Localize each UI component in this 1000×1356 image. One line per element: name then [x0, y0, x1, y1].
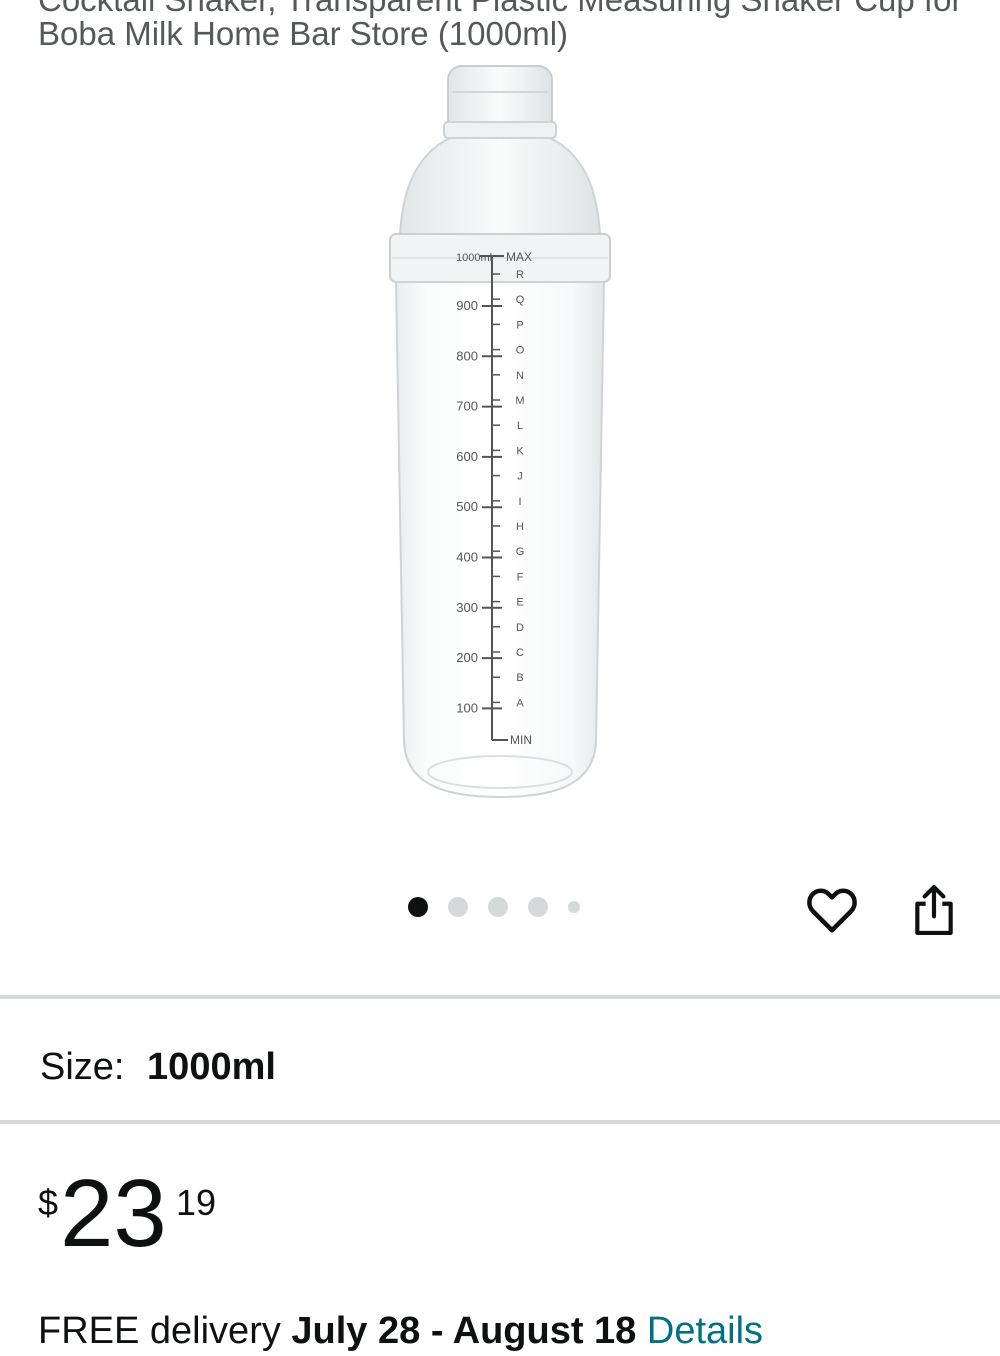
scale-ml-label: 300 — [456, 600, 478, 615]
scale-ml-label: 200 — [456, 650, 478, 665]
price-whole: 23 — [60, 1160, 167, 1267]
scale-max-label: MAX — [506, 250, 532, 264]
scale-letter-label: P — [516, 319, 523, 331]
scale-ml-label: 700 — [456, 399, 478, 414]
scale-letter-label: A — [516, 697, 524, 709]
scale-letter-label: Q — [516, 294, 525, 306]
scale-ml-label: 800 — [456, 348, 478, 363]
scale-letter-label: F — [517, 571, 524, 583]
scale-letter-label: O — [516, 345, 525, 357]
carousel-dot-4[interactable] — [528, 897, 548, 917]
carousel-dot-1[interactable] — [408, 897, 428, 917]
scale-letter-label: G — [516, 546, 525, 558]
scale-top-label: 1000ml — [456, 252, 492, 264]
delivery-details-link[interactable]: Details — [647, 1310, 763, 1352]
section-divider — [0, 1120, 1000, 1124]
scale-ml-label: 400 — [456, 550, 478, 565]
scale-ml-label: 900 — [456, 298, 478, 313]
carousel-dot-3[interactable] — [488, 897, 508, 917]
size-selector[interactable]: Size: 1000ml — [40, 1040, 276, 1094]
size-label: Size: — [40, 1046, 125, 1088]
scale-letter-label: B — [516, 672, 523, 684]
scale-letter-label: I — [518, 496, 521, 508]
share-icon — [915, 884, 953, 935]
scale-letter-label: E — [516, 597, 523, 609]
favorite-button[interactable] — [802, 880, 862, 940]
carousel-dot-2[interactable] — [448, 897, 468, 917]
delivery-dates: July 28 - August 18 — [291, 1310, 637, 1352]
section-divider — [0, 995, 1000, 999]
scale-letter-label: H — [516, 521, 524, 533]
product-title-line-2: Boba Milk Home Bar Store (1000ml) — [38, 15, 569, 52]
share-button[interactable] — [904, 880, 964, 940]
scale-ml-label: 600 — [456, 449, 478, 464]
scale-letter-label: M — [515, 395, 524, 407]
delivery-info: FREE delivery July 28 - August 18 Detail… — [38, 1306, 763, 1356]
scale-ml-label: 500 — [456, 499, 478, 514]
scale-letter-label: J — [517, 471, 523, 483]
delivery-prefix: FREE delivery — [38, 1310, 281, 1352]
scale-letter-label: N — [516, 370, 524, 382]
price-currency-symbol: $ — [38, 1182, 59, 1223]
size-value: 1000ml — [147, 1046, 276, 1088]
carousel-dot-5[interactable] — [568, 901, 580, 913]
heart-outline-icon — [807, 888, 857, 933]
product-image[interactable]: 1000ml MAX MIN 9008007006005004003002001… — [380, 62, 620, 807]
scale-letter-label: D — [516, 622, 524, 634]
scale-letter-label: C — [516, 647, 524, 659]
scale-ml-label: 100 — [456, 700, 478, 715]
scale-letter-label: L — [517, 420, 523, 432]
image-carousel-dots[interactable] — [408, 895, 580, 919]
price-fraction: 19 — [176, 1182, 217, 1223]
scale-min-label: MIN — [510, 733, 532, 747]
scale-letter-label: R — [516, 269, 524, 281]
scale-letter-label: K — [516, 445, 524, 457]
